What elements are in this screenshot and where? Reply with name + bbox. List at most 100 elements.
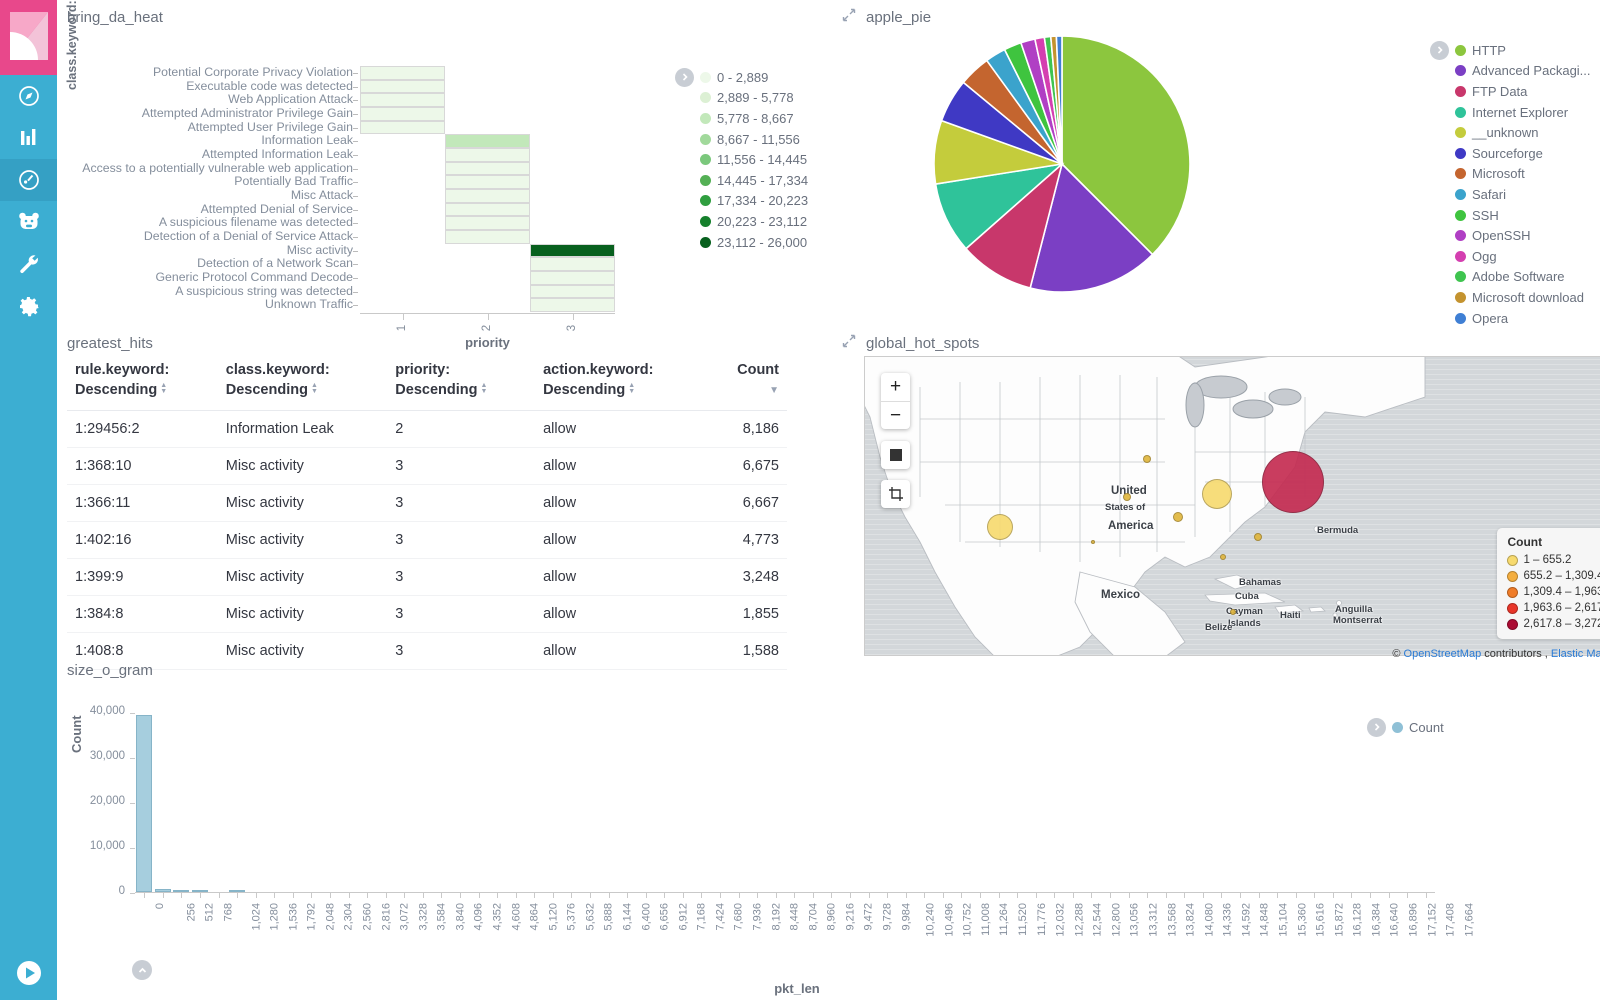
legend-item[interactable]: __unknown xyxy=(1430,122,1591,143)
expand-icon-pie[interactable] xyxy=(842,8,856,27)
sidebar-play-button[interactable] xyxy=(0,959,57,992)
map-data-point[interactable] xyxy=(1262,451,1324,513)
map-data-point[interactable] xyxy=(1220,554,1226,560)
heatmap-cell[interactable] xyxy=(360,121,445,135)
table-row[interactable]: 1:402:16Misc activity3allow4,773 xyxy=(67,522,787,559)
heatmap-cell[interactable] xyxy=(360,66,445,80)
pie-legend[interactable]: HTTPAdvanced Packagi...FTP DataInternet … xyxy=(1430,40,1591,328)
expand-icon-map[interactable] xyxy=(842,334,856,353)
map-data-point[interactable] xyxy=(1202,479,1232,509)
histogram-bar[interactable] xyxy=(229,890,245,892)
map-data-point[interactable] xyxy=(1230,609,1236,615)
map-zoom-out-button[interactable]: − xyxy=(881,401,910,429)
heatmap-cells[interactable] xyxy=(360,66,615,312)
heatmap-cell[interactable] xyxy=(530,271,615,285)
histogram-legend[interactable]: Count xyxy=(1367,717,1444,738)
kibana-logo[interactable] xyxy=(0,0,57,75)
map-zoom-in-button[interactable]: + xyxy=(881,373,910,401)
rectangle-icon[interactable] xyxy=(881,441,910,469)
legend-item[interactable]: 11,556 - 14,445 xyxy=(675,149,808,170)
legend-item[interactable]: 20,223 - 23,112 xyxy=(675,211,808,232)
map-crop-button[interactable] xyxy=(881,480,910,508)
legend-item[interactable]: Safari xyxy=(1430,184,1591,205)
legend-item[interactable]: Ogg xyxy=(1430,246,1591,267)
table-row[interactable]: 1:399:9Misc activity3allow3,248 xyxy=(67,559,787,596)
histogram-bar[interactable] xyxy=(173,890,189,892)
legend-item[interactable]: Internet Explorer xyxy=(1430,102,1591,123)
map-data-point[interactable] xyxy=(1173,512,1183,522)
legend-item[interactable]: 23,112 - 26,000 xyxy=(675,232,808,253)
legend-item[interactable]: Opera xyxy=(1430,308,1591,329)
heatmap-cell[interactable] xyxy=(530,244,615,258)
histogram-bar[interactable] xyxy=(155,889,171,892)
table-row[interactable]: 1:368:10Misc activity3allow6,675 xyxy=(67,448,787,485)
map-data-point[interactable] xyxy=(1091,540,1095,544)
sort-icon[interactable]: ▲▼ xyxy=(480,383,487,395)
heatmap-cell[interactable] xyxy=(445,230,530,244)
sort-icon[interactable]: ▲▼ xyxy=(160,383,167,395)
table-column-header[interactable]: action.keyword:Descending▲▼ xyxy=(535,356,708,411)
sidebar-item-dashboard[interactable] xyxy=(0,159,57,201)
heatmap-cell[interactable] xyxy=(445,216,530,230)
sidebar-item-discover[interactable] xyxy=(0,75,57,117)
histogram-bar[interactable] xyxy=(192,890,208,892)
legend-item[interactable]: 8,667 - 11,556 xyxy=(675,129,808,150)
legend-item[interactable]: Microsoft download xyxy=(1430,287,1591,308)
heatmap-cell[interactable] xyxy=(445,203,530,217)
heatmap-cell[interactable] xyxy=(445,175,530,189)
sidebar-item-visualize[interactable] xyxy=(0,117,57,159)
legend-item[interactable]: 17,334 - 20,223 xyxy=(675,191,808,212)
table-row[interactable]: 1:29456:2Information Leak2allow8,186 xyxy=(67,411,787,448)
heatmap-legend[interactable]: 0 - 2,8892,889 - 5,7785,778 - 8,6678,667… xyxy=(675,67,808,252)
heatmap-cell[interactable] xyxy=(445,134,530,148)
collapse-panel-button[interactable] xyxy=(132,960,152,980)
heatmap-cell[interactable] xyxy=(445,189,530,203)
histogram-bar[interactable] xyxy=(136,715,152,892)
legend-toggle-icon[interactable] xyxy=(675,68,694,87)
legend-toggle-icon[interactable] xyxy=(1430,41,1449,60)
heatmap-cell[interactable] xyxy=(445,148,530,162)
heatmap-cell[interactable] xyxy=(530,285,615,299)
heatmap-cell[interactable] xyxy=(445,162,530,176)
legend-item[interactable]: 0 - 2,889 xyxy=(675,67,808,88)
legend-item[interactable]: 5,778 - 8,667 xyxy=(675,108,808,129)
legend-item[interactable]: Advanced Packagi... xyxy=(1430,61,1591,82)
crop-icon[interactable] xyxy=(881,480,910,508)
map-data-point[interactable] xyxy=(1254,533,1262,541)
pie-chart[interactable] xyxy=(932,34,1192,299)
legend-item[interactable]: FTP Data xyxy=(1430,81,1591,102)
histogram-bars[interactable] xyxy=(135,713,1435,893)
sidebar-item-management[interactable] xyxy=(0,285,57,327)
map-data-point[interactable] xyxy=(1123,493,1131,501)
map-data-point[interactable] xyxy=(987,514,1013,540)
sidebar-item-machine-learning[interactable] xyxy=(0,201,57,243)
legend-item[interactable]: Adobe Software xyxy=(1430,267,1591,288)
legend-toggle-icon[interactable] xyxy=(1367,718,1386,737)
map-draw-rectangle-button[interactable] xyxy=(881,441,910,469)
table-column-header[interactable]: priority:Descending▲▼ xyxy=(387,356,535,411)
legend-item[interactable]: Microsoft xyxy=(1430,164,1591,185)
map-canvas[interactable]: UnitedStates ofAmericaMexicoBermudaBaham… xyxy=(864,356,1600,656)
table-column-header[interactable]: Count▼ xyxy=(708,356,787,411)
heatmap-cell[interactable] xyxy=(360,93,445,107)
table-row[interactable]: 1:384:8Misc activity3allow1,855 xyxy=(67,596,787,633)
table-row[interactable]: 1:366:11Misc activity3allow6,667 xyxy=(67,485,787,522)
sidebar-item-dev-tools[interactable] xyxy=(0,243,57,285)
legend-item[interactable]: Count xyxy=(1367,717,1444,738)
legend-item[interactable]: SSH xyxy=(1430,205,1591,226)
heatmap-cell[interactable] xyxy=(360,80,445,94)
heatmap-cell[interactable] xyxy=(360,107,445,121)
legend-item[interactable]: 2,889 - 5,778 xyxy=(675,88,808,109)
heatmap-cell[interactable] xyxy=(530,298,615,312)
legend-item[interactable]: Sourceforge xyxy=(1430,143,1591,164)
table-column-header[interactable]: class.keyword:Descending▲▼ xyxy=(218,356,388,411)
heatmap-cell[interactable] xyxy=(530,257,615,271)
legend-item[interactable]: 14,445 - 17,334 xyxy=(675,170,808,191)
legend-item[interactable]: HTTP xyxy=(1430,40,1591,61)
table-column-header[interactable]: rule.keyword:Descending▲▼ xyxy=(67,356,218,411)
sort-icon[interactable]: ▲▼ xyxy=(628,383,635,395)
sort-icon[interactable]: ▲▼ xyxy=(311,383,318,395)
legend-item[interactable]: OpenSSH xyxy=(1430,225,1591,246)
map-data-point[interactable] xyxy=(1143,455,1151,463)
map-zoom-controls[interactable]: + − xyxy=(881,373,910,429)
